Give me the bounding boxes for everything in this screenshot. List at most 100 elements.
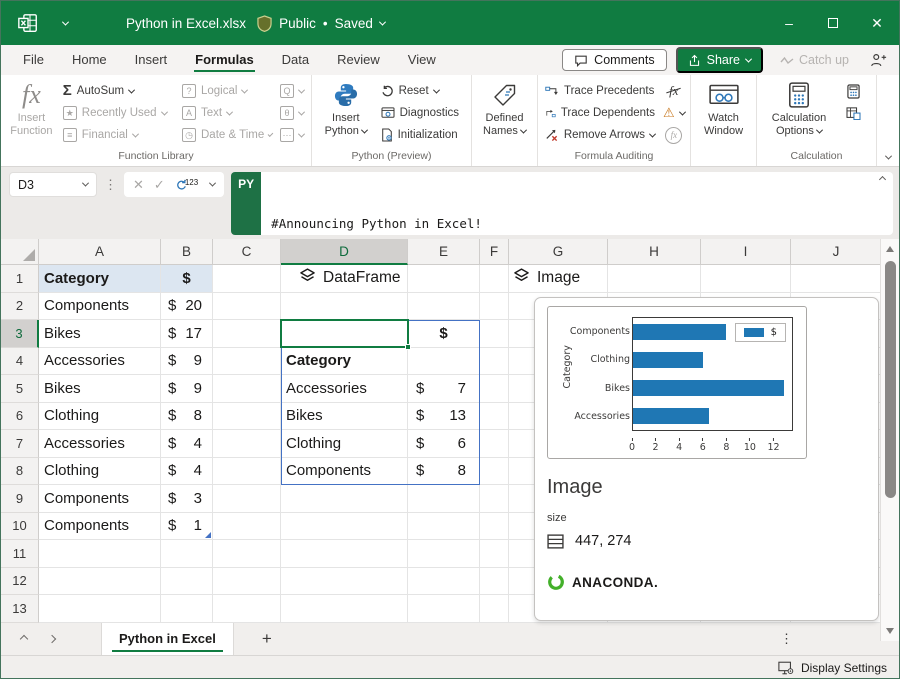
cell-D5[interactable]: Accessories (281, 375, 408, 403)
cell-C7[interactable] (213, 430, 281, 458)
evaluate-formula-button[interactable]: fx (661, 124, 686, 146)
column-header-D[interactable]: D (281, 239, 408, 265)
next-sheet-arrow-icon[interactable] (48, 635, 56, 643)
cell-A11[interactable] (39, 540, 161, 568)
cell-E2[interactable] (408, 293, 480, 321)
python-output-type-icon[interactable]: 123 (175, 179, 200, 191)
cell-A4[interactable]: Accessories (39, 348, 161, 376)
cell-D13[interactable] (281, 595, 408, 623)
insert-function-button[interactable]: fx Insert Function (4, 78, 59, 138)
sign-in-person-icon[interactable] (870, 53, 887, 67)
cell-D4[interactable]: Category (281, 348, 408, 376)
save-status[interactable]: Saved (335, 16, 373, 31)
column-header-A[interactable]: A (39, 239, 161, 265)
new-sheet-button[interactable]: + (248, 629, 286, 649)
select-all-corner[interactable] (1, 239, 39, 265)
cell-A5[interactable]: Bikes (39, 375, 161, 403)
cell-A13[interactable] (39, 595, 161, 623)
cell-A9[interactable]: Components (39, 485, 161, 513)
cell-A8[interactable]: Clothing (39, 458, 161, 486)
row-header-11[interactable]: 11 (1, 540, 39, 568)
row-header-1[interactable]: 1 (1, 265, 39, 293)
maximize-button[interactable] (811, 1, 855, 45)
cell-C5[interactable] (213, 375, 281, 403)
minimize-button[interactable]: – (767, 1, 811, 45)
cell-C12[interactable] (213, 568, 281, 596)
cell-F2[interactable] (480, 293, 509, 321)
row-header-5[interactable]: 5 (1, 375, 39, 403)
close-button[interactable]: ✕ (855, 1, 899, 45)
cell-A1[interactable]: Category (39, 265, 161, 293)
calculate-sheet-button[interactable] (842, 102, 865, 124)
autosum-button[interactable]: ΣAutoSum (59, 80, 178, 102)
ribbon-tab-insert[interactable]: Insert (121, 45, 182, 75)
row-header-4[interactable]: 4 (1, 348, 39, 376)
scroll-down-arrow-icon[interactable] (886, 628, 894, 634)
cell-E6[interactable]: $13 (408, 403, 480, 431)
cell-B12[interactable] (161, 568, 213, 596)
cell-E11[interactable] (408, 540, 480, 568)
show-formulas-button[interactable]: fx (665, 80, 682, 102)
cell-E3[interactable]: $ (408, 320, 480, 348)
cell-B3[interactable]: $17 (161, 320, 213, 348)
ribbon-tab-data[interactable]: Data (268, 45, 323, 75)
cell-E13[interactable] (408, 595, 480, 623)
sensitivity-shield-icon[interactable] (257, 15, 272, 32)
cell-F1[interactable] (480, 265, 509, 293)
cell-D2[interactable] (281, 293, 408, 321)
cell-C10[interactable] (213, 513, 281, 541)
cell-A6[interactable]: Clothing (39, 403, 161, 431)
cell-C8[interactable] (213, 458, 281, 486)
cell-A3[interactable]: Bikes (39, 320, 161, 348)
quick-access-chevron-icon[interactable] (62, 18, 69, 25)
row-header-6[interactable]: 6 (1, 403, 39, 431)
date-time-button[interactable]: ◷Date & Time (178, 124, 276, 146)
remove-arrows-button[interactable]: Remove Arrows (541, 124, 659, 146)
lookup-reference-button[interactable]: Q (276, 80, 308, 102)
cell-B4[interactable]: $9 (161, 348, 213, 376)
cell-D12[interactable] (281, 568, 408, 596)
cell-E5[interactable]: $7 (408, 375, 480, 403)
row-header-8[interactable]: 8 (1, 458, 39, 486)
cell-E9[interactable] (408, 485, 480, 513)
cell-F11[interactable] (480, 540, 509, 568)
vertical-scrollbar[interactable] (880, 239, 899, 641)
cell-B1[interactable]: $ (161, 265, 213, 293)
fill-handle[interactable] (405, 344, 411, 350)
confirm-entry-icon[interactable]: ✓ (154, 177, 165, 193)
row-header-2[interactable]: 2 (1, 293, 39, 321)
recently-used-button[interactable]: ★Recently Used (59, 102, 178, 124)
catch-up-button[interactable]: Catch up (772, 50, 857, 70)
output-type-chevron-icon[interactable] (209, 180, 216, 187)
cell-A2[interactable]: Components (39, 293, 161, 321)
ribbon-tab-formulas[interactable]: Formulas (181, 45, 268, 75)
scroll-up-arrow-icon[interactable] (886, 246, 894, 252)
watch-window-button[interactable]: Watch Window (694, 78, 753, 138)
formula-input[interactable]: #Announcing Python in Excel!DataFrame=xl… (261, 172, 893, 235)
cell-B9[interactable]: $3 (161, 485, 213, 513)
dataframe-chip[interactable]: DataFrame (281, 265, 408, 293)
cell-H1[interactable] (608, 265, 701, 293)
defined-names-button[interactable]: Defined Names (475, 78, 534, 138)
column-header-B[interactable]: B (161, 239, 213, 265)
cell-F13[interactable] (480, 595, 509, 623)
cell-B8[interactable]: $4 (161, 458, 213, 486)
cell-F8[interactable] (480, 458, 509, 486)
formula-bar-splitter[interactable]: ⋮ (104, 172, 117, 197)
error-checking-button[interactable]: ⚠ (659, 102, 689, 124)
cell-C2[interactable] (213, 293, 281, 321)
column-header-F[interactable]: F (480, 239, 509, 265)
excel-app-icon[interactable] (15, 10, 41, 36)
prev-sheet-arrow-icon[interactable] (20, 635, 28, 643)
cell-C13[interactable] (213, 595, 281, 623)
cell-C4[interactable] (213, 348, 281, 376)
reset-python-button[interactable]: Reset (377, 80, 468, 102)
cell-B13[interactable] (161, 595, 213, 623)
cancel-entry-icon[interactable]: ✕ (133, 177, 144, 193)
cell-B5[interactable]: $9 (161, 375, 213, 403)
cell-F10[interactable] (480, 513, 509, 541)
sensitivity-label[interactable]: Public (279, 16, 316, 31)
image-chip[interactable]: Image (509, 265, 608, 293)
insert-python-button[interactable]: Insert Python (315, 78, 377, 138)
sheet-tab-python-in-excel[interactable]: Python in Excel (101, 623, 234, 656)
